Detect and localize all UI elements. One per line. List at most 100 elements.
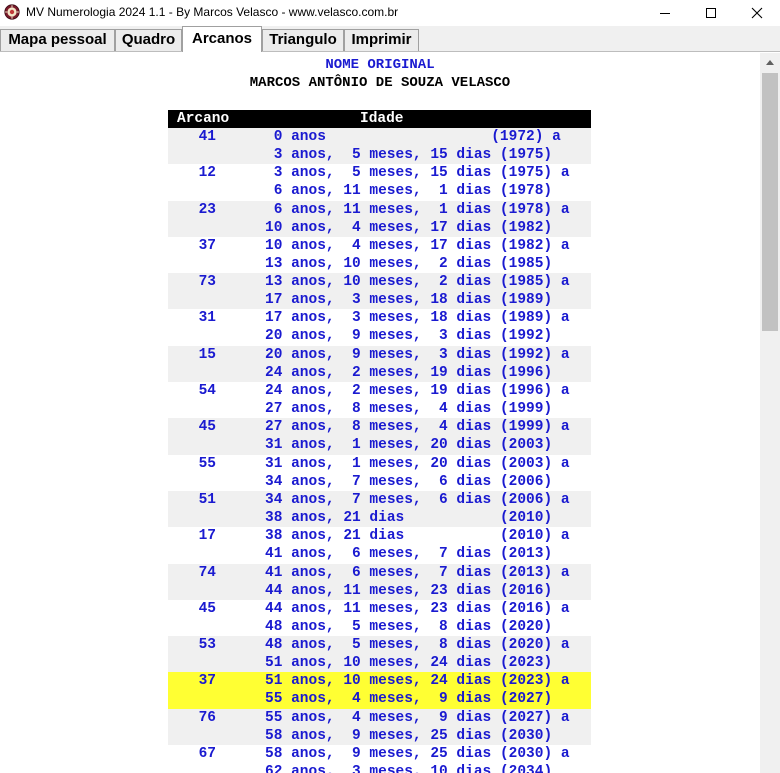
table-row: 37 10 anos, 4 meses, 17 dias (1982) a 13 a…	[168, 237, 591, 273]
arcano-number: 17	[198, 528, 216, 545]
tab-triangulo[interactable]: Triangulo	[262, 29, 344, 51]
table-row: 76 55 anos, 4 meses, 9 dias (2027) a 58 an…	[168, 708, 591, 746]
age-end: 48 anos, 5 meses, 8 dias (2020)	[265, 618, 553, 635]
age-end: 38 anos, 21 dias (2010)	[265, 509, 553, 526]
close-icon	[751, 7, 763, 19]
age-end: 41 anos, 6 meses, 7 dias (2013)	[265, 546, 553, 563]
table-row: 37 51 anos, 10 meses, 24 dias (2023) a 55 …	[168, 672, 591, 709]
age-start: 38 anos, 21 dias (2010) a	[265, 528, 570, 545]
arcano-number: 51	[198, 491, 216, 508]
table-row: 41 0 anos (1972) a 3 anos, 5 meses, 15 dia…	[168, 128, 591, 165]
column-header-arcano: Arcano	[177, 111, 230, 127]
table-row: 55 31 anos, 1 meses, 20 dias (2003) a 34 a…	[168, 455, 591, 491]
age-end: 55 anos, 4 meses, 9 dias (2027)	[265, 691, 553, 708]
arcano-number: 74	[198, 564, 216, 581]
table-row: 67 58 anos, 9 meses, 25 dias (2030) a 62 a…	[168, 745, 591, 773]
age-start: 31 anos, 1 meses, 20 dias (2003) a	[265, 455, 570, 472]
nome-original-label: NOME ORIGINAL	[325, 57, 435, 73]
window-title: MV Numerologia 2024 1.1 - By Marcos Vela…	[26, 5, 399, 19]
age-start: 17 anos, 3 meses, 18 dias (1989) a	[265, 310, 570, 327]
table-row: 73 13 anos, 10 meses, 2 dias (1985) a 17 a…	[168, 273, 591, 310]
age-end: 31 anos, 1 meses, 20 dias (2003)	[265, 437, 553, 454]
arcano-number: 55	[198, 455, 216, 472]
table-row: 45 27 anos, 8 meses, 4 dias (1999) a 31 an…	[168, 418, 591, 455]
column-header-idade: Idade	[360, 111, 404, 127]
arcano-number: 31	[198, 310, 216, 327]
arcano-number: 37	[198, 237, 216, 254]
age-start: 48 anos, 5 meses, 8 dias (2020) a	[265, 637, 570, 654]
age-start: 3 anos, 5 meses, 15 dias (1975) a	[273, 165, 570, 182]
age-start: 34 anos, 7 meses, 6 dias (2006) a	[265, 491, 570, 508]
table-row: 74 41 anos, 6 meses, 7 dias (2013) a 44 an…	[168, 563, 591, 600]
age-start: 20 anos, 9 meses, 3 dias (1992) a	[265, 346, 570, 363]
arcano-number: 73	[198, 274, 216, 291]
minimize-button[interactable]	[642, 0, 688, 26]
arcano-number: 45	[198, 600, 216, 617]
table-body: 41 0 anos (1972) a 3 anos, 5 meses, 15 dia…	[168, 128, 591, 773]
age-start: 13 anos, 10 meses, 2 dias (1985) a	[265, 274, 570, 291]
age-end: 24 anos, 2 meses, 19 dias (1996)	[265, 364, 553, 381]
arcano-number: 37	[198, 673, 216, 690]
age-end: 51 anos, 10 meses, 24 dias (2023)	[265, 655, 553, 672]
age-end: 27 anos, 8 meses, 4 dias (1999)	[265, 401, 553, 418]
maximize-button[interactable]	[688, 0, 734, 26]
age-start: 44 anos, 11 meses, 23 dias (2016) a	[265, 600, 570, 617]
arcanos-content: NOME ORIGINAL MARCOS ANTÔNIO DE SOUZA VE…	[0, 53, 760, 773]
age-end: 62 anos, 3 meses, 10 dias (2034)	[265, 764, 553, 773]
table-row: 45 44 anos, 11 meses, 23 dias (2016) a 48 …	[168, 600, 591, 636]
table-row: 53 48 anos, 5 meses, 8 dias (2020) a 51 an…	[168, 636, 591, 673]
title-bar: MV Numerologia 2024 1.1 - By Marcos Vela…	[0, 0, 780, 26]
age-end: 58 anos, 9 meses, 25 dias (2030)	[265, 727, 553, 744]
age-end: 34 anos, 7 meses, 6 dias (2006)	[265, 473, 553, 490]
table-row: 17 38 anos, 21 dias (2010) a 41 anos, 6 me…	[168, 527, 591, 563]
arcano-number: 41	[198, 129, 216, 145]
age-end: 20 anos, 9 meses, 3 dias (1992)	[265, 328, 553, 345]
age-start: 58 anos, 9 meses, 25 dias (2030) a	[265, 746, 570, 763]
age-end: 6 anos, 11 meses, 1 dias (1978)	[273, 183, 553, 200]
nome-original-value: MARCOS ANTÔNIO DE SOUZA VELASCO	[249, 75, 511, 91]
age-end: 44 anos, 11 meses, 23 dias (2016)	[265, 582, 553, 599]
arcano-number: 45	[198, 419, 216, 436]
age-start: 27 anos, 8 meses, 4 dias (1999) a	[265, 419, 570, 436]
maximize-icon	[706, 8, 716, 18]
age-end: 13 anos, 10 meses, 2 dias (1985)	[265, 255, 553, 272]
arcano-number: 23	[198, 201, 216, 218]
arcano-number: 76	[198, 709, 216, 726]
age-start: 41 anos, 6 meses, 7 dias (2013) a	[265, 564, 570, 581]
tab-imprimir[interactable]: Imprimir	[344, 29, 419, 51]
age-end: 10 anos, 4 meses, 17 dias (1982)	[265, 219, 553, 236]
age-start: 6 anos, 11 meses, 1 dias (1978) a	[273, 201, 570, 218]
table-row: 54 24 anos, 2 meses, 19 dias (1996) a 27 a…	[168, 382, 591, 418]
tab-bar: Mapa pessoal Quadro Arcanos Triangulo Im…	[0, 26, 780, 52]
scrollbar-thumb[interactable]	[762, 73, 778, 331]
table-row: 15 20 anos, 9 meses, 3 dias (1992) a 24 an…	[168, 345, 591, 383]
scroll-up-button[interactable]	[760, 53, 780, 71]
table-row: 23 6 anos, 11 meses, 1 dias (1978) a 10 an…	[168, 200, 591, 237]
arcano-number: 15	[198, 346, 216, 363]
arcano-number: 53	[198, 637, 216, 654]
age-start: 51 anos, 10 meses, 24 dias (2023) a	[265, 673, 570, 690]
chevron-up-icon	[766, 59, 774, 65]
vertical-scrollbar[interactable]	[760, 53, 780, 773]
arcano-number: 12	[198, 165, 216, 182]
app-logo-icon	[4, 4, 20, 20]
close-button[interactable]	[734, 0, 780, 26]
name-header: NOME ORIGINAL MARCOS ANTÔNIO DE SOUZA VE…	[0, 56, 760, 92]
minimize-icon	[660, 13, 670, 14]
tab-quadro[interactable]: Quadro	[115, 29, 182, 51]
age-start: 10 anos, 4 meses, 17 dias (1982) a	[265, 237, 570, 254]
age-start: 24 anos, 2 meses, 19 dias (1996) a	[265, 383, 570, 400]
tab-arcanos[interactable]: Arcanos	[182, 26, 262, 52]
age-end: 17 anos, 3 meses, 18 dias (1989)	[265, 292, 553, 309]
arcano-number: 54	[198, 383, 216, 400]
table-row: 12 3 anos, 5 meses, 15 dias (1975) a6 ano…	[168, 164, 591, 200]
table-header: Arcano Idade	[168, 110, 591, 128]
tab-mapa-pessoal[interactable]: Mapa pessoal	[0, 29, 115, 51]
age-end: 3 anos, 5 meses, 15 dias (1975)	[273, 147, 553, 163]
arcano-number: 67	[198, 746, 216, 763]
age-start: 55 anos, 4 meses, 9 dias (2027) a	[265, 709, 570, 726]
table-row: 31 17 anos, 3 meses, 18 dias (1989) a 20 a…	[168, 309, 591, 345]
age-start: 0 anos (1972) a	[273, 129, 561, 145]
arcanos-table: Arcano Idade 41 0 anos (1972) a 3 anos, 5 …	[168, 110, 591, 773]
table-row: 51 34 anos, 7 meses, 6 dias (2006) a 38 an…	[168, 490, 591, 528]
